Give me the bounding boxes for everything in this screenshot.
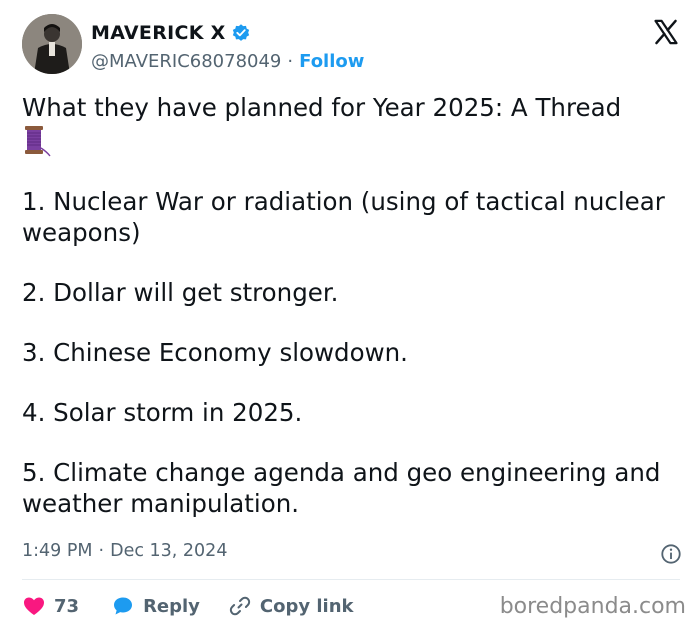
handle-row: @MAVERIC68078049 · Follow	[91, 48, 364, 74]
handle-separator: ·	[287, 50, 294, 72]
action-bar: 73 Reply Copy link	[22, 593, 354, 619]
follow-button[interactable]: Follow	[299, 51, 364, 72]
reply-label: Reply	[143, 595, 200, 617]
tweet-body: What they have planned for Year 2025: A …	[22, 92, 682, 519]
thread-spool-icon	[25, 126, 51, 157]
thread-item: 4. Solar storm in 2025.	[22, 398, 303, 427]
author-block: MAVERICK X @MAVERIC68078049 · Follow	[91, 20, 364, 74]
reply-bubble-icon	[114, 597, 133, 615]
x-logo-icon[interactable]	[652, 18, 680, 46]
heart-icon	[24, 597, 44, 615]
reply-button[interactable]: Reply	[111, 594, 200, 618]
thread-item: 3. Chinese Economy slowdown.	[22, 338, 408, 367]
thread-item: 2. Dollar will get stronger.	[22, 278, 339, 307]
time-separator: ·	[98, 541, 105, 561]
avatar[interactable]	[22, 14, 82, 74]
info-icon[interactable]	[660, 543, 682, 565]
timestamp[interactable]: 1:49 PM · Dec 13, 2024	[22, 541, 227, 561]
watermark: boredpanda.com	[499, 594, 686, 619]
name-row: MAVERICK X	[91, 20, 364, 46]
thread-item: 1. Nuclear War or radiation (using of ta…	[22, 187, 665, 247]
thread-title: What they have planned for Year 2025: A …	[22, 93, 622, 122]
avatar-image	[22, 14, 82, 74]
author-handle[interactable]: @MAVERIC68078049	[91, 51, 281, 72]
copy-link-button[interactable]: Copy link	[228, 594, 354, 618]
like-count: 73	[54, 595, 80, 617]
post-time: 1:49 PM	[22, 541, 93, 561]
tweet-header: MAVERICK X @MAVERIC68078049 · Follow	[22, 14, 682, 78]
link-icon	[229, 596, 251, 616]
divider	[22, 579, 680, 580]
copy-link-label: Copy link	[259, 595, 354, 617]
display-name[interactable]: MAVERICK X	[91, 22, 226, 44]
thread-item: 5. Climate change agenda and geo enginee…	[22, 458, 661, 518]
post-date: Dec 13, 2024	[110, 541, 228, 561]
like-button[interactable]: 73	[22, 594, 79, 618]
verified-badge-icon	[232, 24, 249, 41]
tweet-card: MAVERICK X @MAVERIC68078049 · Follow Wha…	[0, 0, 700, 633]
